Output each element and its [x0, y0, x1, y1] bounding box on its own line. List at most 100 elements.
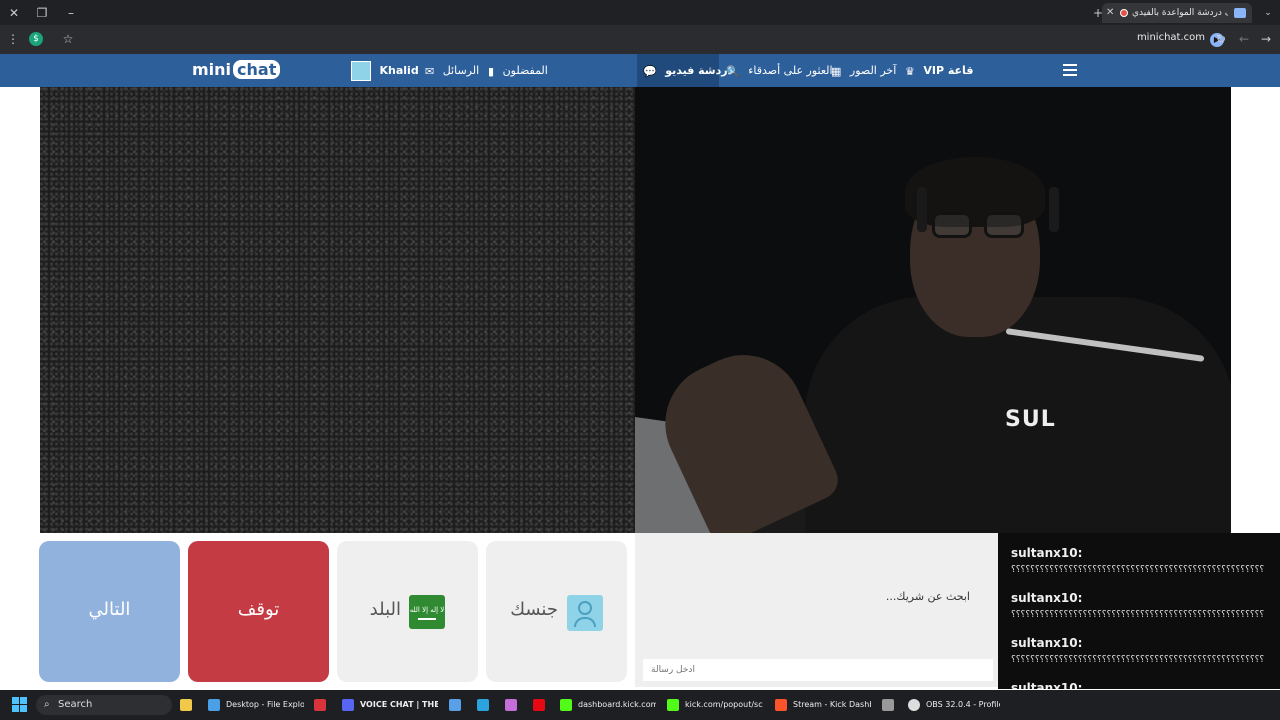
nav-messages[interactable]: ✉ الرسائل: [425, 54, 479, 87]
searching-status: ...ابحث عن شريك: [885, 590, 970, 603]
nav-messages-label: الرسائل: [442, 64, 480, 77]
taskbar-app-icon: [208, 698, 220, 711]
nav-video-chat[interactable]: 💬 دردشة فيديو: [637, 54, 733, 87]
widgets-icon: [180, 698, 192, 711]
taskbar-app[interactable]: [477, 696, 491, 714]
taskbar-app-icon: [505, 698, 517, 711]
search-icon: 🔍: [726, 64, 740, 78]
browser-tab-bar: ✕ ❐ – + ✕ غرف دردشة المواعدة بالفيدي ⌄: [0, 0, 1280, 25]
site-navbar: mini chat Khalid ✉ الرسائل ▮ المفضلون 💬 د…: [0, 54, 1280, 87]
search-icon: ⌕: [44, 699, 50, 710]
taskbar-app-icon: [908, 698, 920, 711]
tab-title: غرف دردشة المواعدة بالفيدي: [1132, 8, 1228, 18]
shirt-print: SUL: [1005, 407, 1056, 432]
partner-video: [40, 87, 635, 533]
country-label: البلد: [369, 599, 401, 620]
grid-icon: ▦: [831, 64, 842, 78]
address-bar: ⋮ $ ☆ minichat.com ▶ ↻ ← →: [0, 25, 1280, 54]
envelope-icon: ✉: [425, 64, 435, 78]
windows-start-icon[interactable]: [12, 697, 28, 713]
extension-icon[interactable]: $: [29, 32, 43, 46]
taskbar-app[interactable]: [314, 696, 328, 714]
self-webcam-video: SUL: [635, 87, 1231, 533]
bookmark-icon: ▮: [488, 64, 495, 78]
taskbar-app-icon: [342, 698, 354, 711]
close-window-icon[interactable]: ✕: [5, 4, 23, 22]
taskbar-app-label: Stream - Kick Dashbo: [793, 700, 871, 709]
taskbar-app[interactable]: OBS 32.0.4 - Profile:: [908, 696, 1000, 714]
hamburger-menu-icon[interactable]: [1063, 64, 1077, 77]
nav-vip[interactable]: ♛ VIP قاعة: [905, 54, 973, 87]
overlay-message: sultanx10: ؟؟؟؟؟؟؟؟؟؟؟؟؟؟؟؟؟؟؟؟؟؟؟؟؟؟؟؟؟…: [1011, 681, 1264, 689]
chat-panel: ...ابحث عن شريك: [635, 533, 998, 687]
user-profile-icon: [567, 595, 603, 631]
gender-label: جنسك: [510, 599, 558, 620]
nav-vip-label: VIP قاعة: [923, 64, 974, 77]
taskbar-app-label: dashboard.kick.com/p: [578, 700, 656, 709]
taskbar-app-icon: [775, 698, 787, 711]
taskbar-app-icon: [449, 698, 461, 711]
site-logo[interactable]: mini chat: [192, 60, 281, 79]
nav-favorites[interactable]: ▮ المفضلون: [488, 54, 548, 87]
overlay-text: ؟؟؟؟؟؟؟؟؟؟؟؟؟؟؟؟؟؟؟؟؟؟؟؟؟؟؟؟؟؟؟؟؟؟؟؟؟؟؟؟…: [1011, 610, 1265, 620]
taskbar-search[interactable]: ⌕ Search: [36, 695, 172, 715]
taskbar-app[interactable]: [533, 696, 547, 714]
menu-dots-icon[interactable]: ⋮: [4, 30, 22, 48]
taskbar-app[interactable]: dashboard.kick.com/p: [560, 696, 656, 714]
back-icon[interactable]: →: [1257, 30, 1275, 48]
taskbar-app-icon: [667, 698, 679, 711]
taskbar-app-icon: [560, 698, 572, 711]
taskbar-app[interactable]: [505, 696, 519, 714]
url-field[interactable]: minichat.com: [1137, 32, 1205, 43]
reload-icon[interactable]: ↻: [1212, 30, 1230, 48]
stop-button[interactable]: توقف: [188, 541, 329, 682]
favicon-icon: [1234, 8, 1246, 18]
forward-icon[interactable]: ←: [1235, 30, 1253, 48]
overlay-message: sultanx10: ؟؟؟؟؟؟؟؟؟؟؟؟؟؟؟؟؟؟؟؟؟؟؟؟؟؟؟؟؟…: [1011, 591, 1265, 620]
nav-find-friends[interactable]: 🔍 العثور على أصدقاء: [726, 54, 833, 87]
bookmark-star-icon[interactable]: ☆: [59, 30, 77, 48]
message-input[interactable]: [643, 659, 993, 681]
country-selector[interactable]: البلد لا إله إلا الله: [337, 541, 478, 682]
taskbar-app-label: OBS 32.0.4 - Profile:: [926, 700, 1000, 709]
avatar: [351, 61, 371, 81]
taskbar-app-label: VOICE CHAT | THE BO: [360, 700, 438, 709]
browser-tab[interactable]: ✕ غرف دردشة المواعدة بالفيدي: [1102, 3, 1252, 23]
next-button[interactable]: التالي: [39, 541, 180, 682]
overlay-message: sultanx10: ؟؟؟؟؟؟؟؟؟؟؟؟؟؟؟؟؟؟؟؟؟؟؟؟؟؟؟؟؟…: [1011, 546, 1265, 575]
nav-favorites-label: المفضلون: [502, 64, 548, 77]
nav-profile[interactable]: Khalid: [351, 54, 419, 87]
taskbar-search-label: Search: [58, 699, 93, 710]
taskbar-app[interactable]: [449, 696, 463, 714]
taskbar-app-icon: [882, 698, 894, 711]
overlay-username: sultanx10:: [1011, 681, 1083, 689]
taskbar-app[interactable]: Stream - Kick Dashbo: [775, 696, 871, 714]
overlay-text: ؟؟؟؟؟؟؟؟؟؟؟؟؟؟؟؟؟؟؟؟؟؟؟؟؟؟؟؟؟؟؟؟؟؟؟؟؟؟؟؟…: [1011, 565, 1265, 575]
nav-latest-photos[interactable]: ▦ آخر الصور: [831, 54, 896, 87]
taskbar-app[interactable]: VOICE CHAT | THE BO: [342, 696, 438, 714]
taskbar-app[interactable]: Desktop - File Explore: [208, 696, 304, 714]
taskbar-app[interactable]: kick.com/popout/scan: [667, 696, 763, 714]
nav-latest-photos-label: آخر الصور: [849, 64, 897, 77]
taskbar-app[interactable]: [882, 696, 896, 714]
gender-selector[interactable]: جنسك: [486, 541, 627, 682]
minimize-window-icon[interactable]: –: [62, 4, 80, 22]
taskbar-widgets[interactable]: [180, 696, 194, 714]
taskbar-app-icon: [533, 698, 545, 711]
stop-label: توقف: [237, 599, 280, 620]
taskbar-app-label: Desktop - File Explore: [226, 700, 304, 709]
headphone-right: [1049, 187, 1059, 232]
overlay-username: sultanx10:: [1011, 591, 1083, 605]
close-tab-icon[interactable]: ✕: [1106, 3, 1114, 23]
stream-chat-overlay: sultanx10: ؟؟؟؟؟؟؟؟؟؟؟؟؟؟؟؟؟؟؟؟؟؟؟؟؟؟؟؟؟…: [998, 533, 1280, 689]
taskbar-app-icon: [477, 698, 489, 711]
nav-find-friends-label: العثور على أصدقاء: [748, 64, 833, 77]
windows-taskbar: ⌕ Search Desktop - File Explore VOICE CH…: [0, 690, 1280, 720]
tab-list-chevron-icon[interactable]: ⌄: [1259, 4, 1277, 22]
logo-suffix: chat: [233, 60, 281, 79]
saudi-flag-icon: لا إله إلا الله: [409, 595, 445, 629]
restore-window-icon[interactable]: ❐: [33, 4, 51, 22]
overlay-message: sultanx10: ؟؟؟؟؟؟؟؟؟؟؟؟؟؟؟؟؟؟؟؟؟؟؟؟؟؟؟؟؟…: [1011, 636, 1265, 665]
overlay-username: sultanx10:: [1011, 636, 1083, 650]
next-label: التالي: [88, 599, 131, 620]
